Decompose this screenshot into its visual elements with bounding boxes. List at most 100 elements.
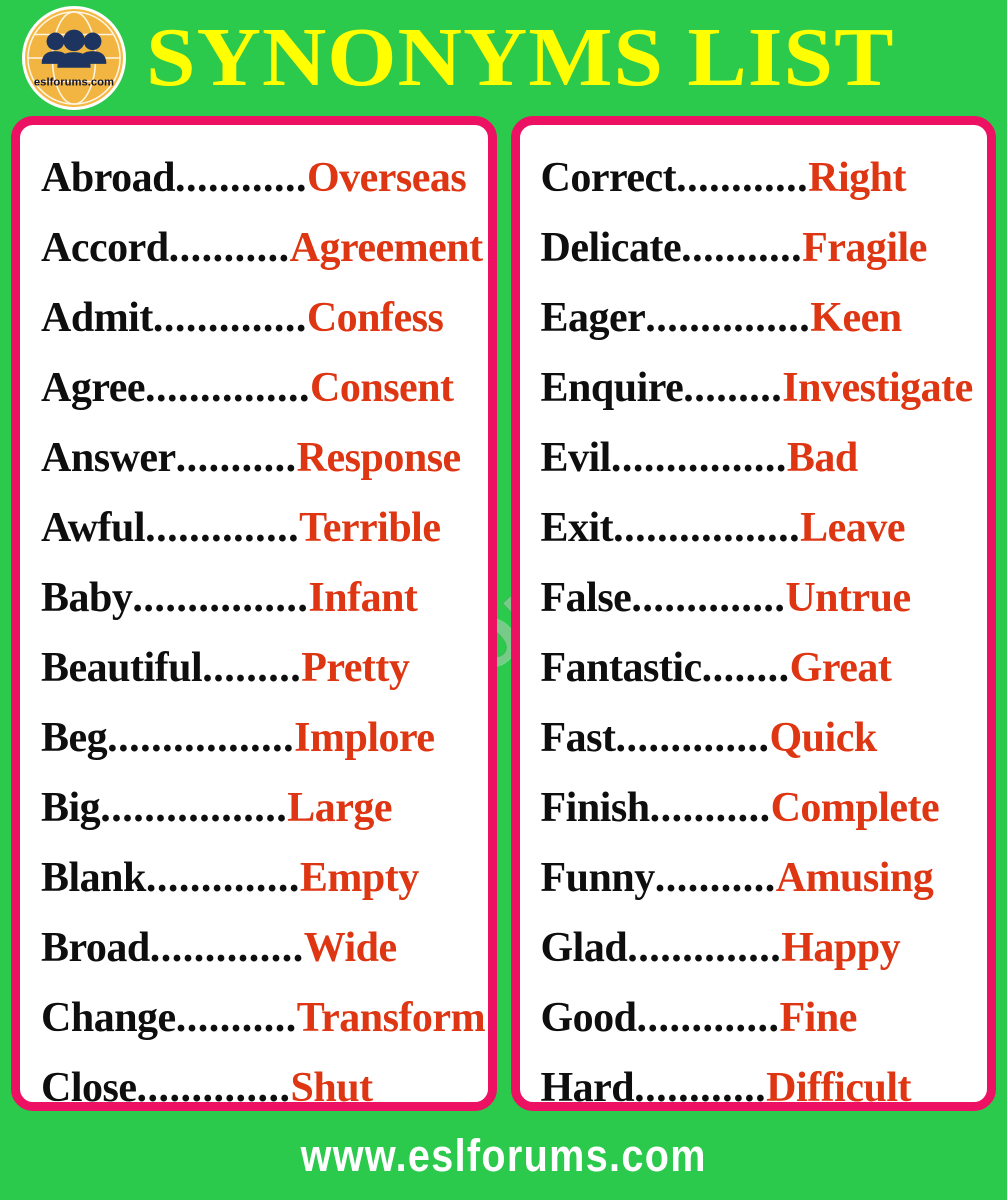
source-word: Broad — [41, 925, 150, 971]
dot-leader: .............. — [152, 295, 307, 341]
synonym-row: Evil................ Bad — [520, 423, 988, 493]
synonym-row: Beautiful......... Pretty — [20, 633, 488, 703]
synonym-row: Glad.............. Happy — [520, 913, 988, 983]
source-word: Finish — [540, 785, 651, 831]
source-word: Beg — [41, 715, 108, 761]
synonym-word: Leave — [800, 505, 905, 551]
source-word: Abroad — [41, 155, 175, 201]
synonym-word: Empty — [299, 855, 419, 901]
dot-leader: ............... — [645, 295, 811, 341]
globe-people-icon: eslforums.com — [26, 10, 122, 106]
synonym-word: Terrible — [299, 505, 441, 551]
synonym-word: Great — [789, 645, 892, 691]
synonym-row: Admit.............. Confess — [20, 283, 488, 353]
synonym-word: Fragile — [802, 225, 927, 271]
dot-leader: ............ — [676, 155, 809, 201]
people-silhouette-icon — [41, 29, 107, 68]
synonym-word: Infant — [308, 575, 418, 621]
source-word: False — [540, 575, 632, 621]
source-word: Eager — [540, 295, 646, 341]
dot-leader: ........... — [175, 435, 297, 481]
source-word: Beautiful — [41, 645, 203, 691]
synonym-word: Quick — [769, 715, 878, 761]
dot-leader: .............. — [615, 715, 770, 761]
source-word: Evil — [540, 435, 612, 481]
synonym-word: Keen — [810, 295, 902, 341]
dot-leader: ......... — [683, 365, 783, 411]
synonym-word: Bad — [786, 435, 858, 481]
synonym-row: Enquire......... Investigate — [520, 353, 988, 423]
source-word: Big — [41, 785, 101, 831]
source-word: Answer — [41, 435, 176, 481]
right-column-list: Correct............ Right Delicate........… — [520, 143, 988, 1123]
eslforums-logo: eslforums.com — [22, 6, 126, 110]
synonym-row: Correct............ Right — [520, 143, 988, 213]
dot-leader: ................ — [132, 575, 309, 621]
poster-footer: www.eslforums.com — [0, 1111, 1007, 1200]
synonym-row: Big................. Large — [20, 773, 488, 843]
synonym-row: Beg................. Implore — [20, 703, 488, 773]
poster-header: eslforums.com SYNONYMS LIST — [0, 0, 1007, 116]
synonym-word: Fine — [779, 995, 858, 1041]
source-word: Change — [41, 995, 176, 1041]
synonym-word: Overseas — [306, 155, 467, 201]
synonym-word: Complete — [770, 785, 940, 831]
source-word: Fast — [540, 715, 617, 761]
synonym-word: Response — [296, 435, 462, 481]
source-word: Correct — [540, 155, 677, 201]
dot-leader: .............. — [627, 925, 782, 971]
synonym-row: Good............. Fine — [520, 983, 988, 1053]
synonym-row: Fast.............. Quick — [520, 703, 988, 773]
right-column-card: Correct............ Right Delicate........… — [510, 116, 996, 1111]
synonym-word: Amusing — [775, 855, 934, 901]
synonym-row: Agree............... Consent — [20, 353, 488, 423]
source-word: Agree — [41, 365, 146, 411]
page-title: SYNONYMS LIST — [146, 11, 895, 104]
source-word: Glad — [540, 925, 628, 971]
dot-leader: ......... — [202, 645, 302, 691]
source-word: Admit — [41, 295, 153, 341]
left-column-list: Abroad............ Overseas Accord........… — [20, 143, 488, 1123]
synonym-word: Confess — [306, 295, 444, 341]
source-word: Blank — [41, 855, 146, 901]
dot-leader: ........... — [649, 785, 771, 831]
synonym-word: Untrue — [785, 575, 911, 621]
synonym-word: Large — [287, 785, 392, 831]
synonym-row: Fantastic........ Great — [520, 633, 988, 703]
synonym-row: Awful.............. Terrible — [20, 493, 488, 563]
synonym-row: Change........... Transform — [20, 983, 488, 1053]
dot-leader: .............. — [145, 505, 300, 551]
dot-leader: .............. — [631, 575, 786, 621]
source-word: Exit — [540, 505, 614, 551]
synonym-word: Happy — [781, 925, 901, 971]
dot-leader: ................. — [613, 505, 801, 551]
synonym-row: False.............. Untrue — [520, 563, 988, 633]
synonym-word: Wide — [303, 925, 397, 971]
source-word: Good — [540, 995, 638, 1041]
dot-leader: ........... — [175, 995, 297, 1041]
source-word: Fantastic — [540, 645, 703, 691]
synonym-row: Eager............... Keen — [520, 283, 988, 353]
synonym-row: Broad.............. Wide — [20, 913, 488, 983]
source-word: Baby — [41, 575, 133, 621]
dot-leader: ........... — [654, 855, 776, 901]
dot-leader: ............... — [145, 365, 310, 411]
left-column-card: Abroad............ Overseas Accord........… — [11, 116, 497, 1111]
dot-leader: ........... — [168, 225, 290, 271]
source-word: Funny — [540, 855, 656, 901]
synonym-word: Pretty — [301, 645, 410, 691]
synonym-word: Investigate — [782, 365, 973, 411]
synonym-row: Abroad............ Overseas — [20, 143, 488, 213]
dot-leader: ................ — [610, 435, 787, 481]
synonym-row: Exit................. Leave — [520, 493, 988, 563]
dot-leader: ........... — [681, 225, 803, 271]
synonyms-poster: www.eslforums.com eslforums.com SYNONYMS… — [0, 0, 1007, 1200]
source-word: Delicate — [540, 225, 682, 271]
synonym-word: Implore — [294, 715, 435, 761]
synonym-word: Transform — [296, 995, 486, 1041]
synonym-row: Finish........... Complete — [520, 773, 988, 843]
dot-leader: ................. — [100, 785, 288, 831]
dot-leader: ............ — [174, 155, 307, 201]
footer-website-url: www.eslforums.com — [300, 1129, 707, 1181]
synonym-row: Baby................ Infant — [20, 563, 488, 633]
